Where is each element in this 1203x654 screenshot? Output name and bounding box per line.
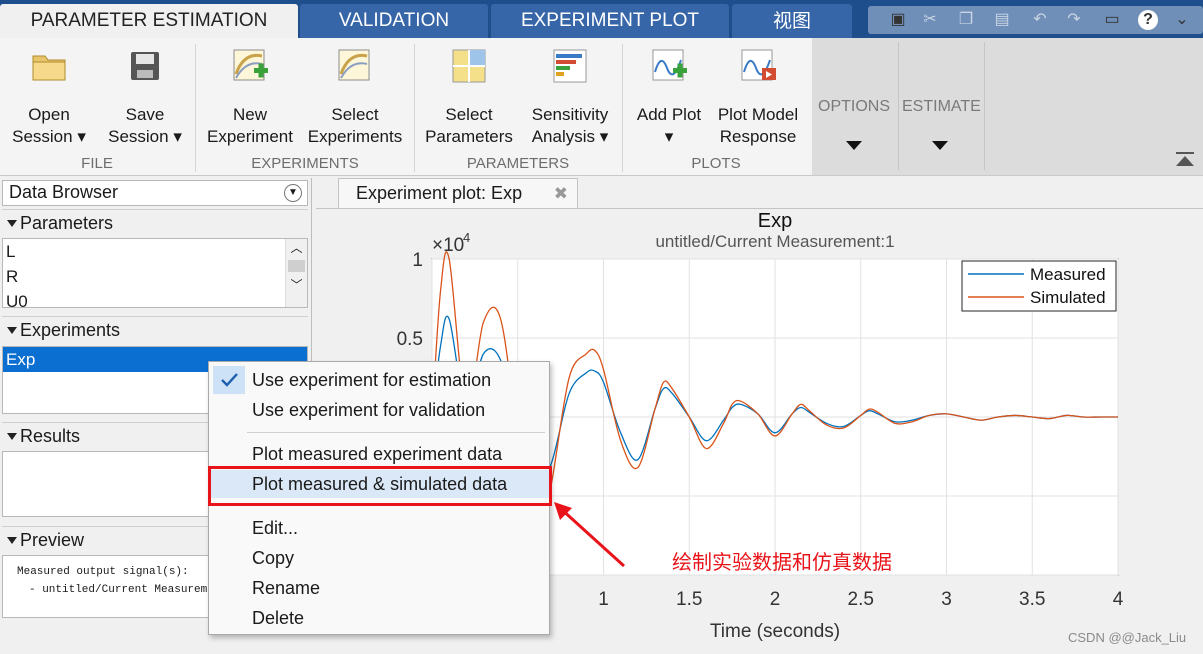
save-icon[interactable]: ▣ <box>886 8 910 32</box>
toolstrip-tabs: PARAMETER ESTIMATION VALIDATION EXPERIME… <box>0 0 1203 38</box>
menu-item-delete[interactable]: Delete <box>209 604 549 632</box>
x-tick-label: 4 <box>1113 589 1124 610</box>
group-label-file: FILE <box>81 155 113 172</box>
undo-icon[interactable]: ↶ <box>1028 8 1052 32</box>
collapse-icon <box>7 220 17 227</box>
quick-access-toolbar: ▣ ✂ ❐ ▤ ↶ ↷ ▭ ? ⌄ <box>868 6 1203 34</box>
group-divider <box>984 42 985 170</box>
window-icon[interactable]: ▭ <box>1100 8 1124 32</box>
options-dropdown-icon[interactable] <box>846 141 862 150</box>
menu-item-use-for-validation[interactable]: Use experiment for validation <box>209 396 549 424</box>
save-session-button[interactable]: Save Session ▾ <box>100 46 190 148</box>
collapse-ribbon-icon[interactable] <box>1176 152 1194 168</box>
menu-separator <box>247 432 545 433</box>
ribbon-disabled-area: OPTIONS ESTIMATE <box>812 38 1203 175</box>
highlight-box <box>208 466 552 506</box>
x-axis-label: Time (seconds) <box>710 621 840 642</box>
select-experiments-icon <box>338 49 370 81</box>
parameters-list: L R U0 ︿ ﹀ <box>2 238 308 308</box>
open-session-button[interactable]: Open Session ▾ <box>6 46 92 148</box>
save-icon <box>131 52 159 80</box>
group-divider <box>898 42 899 170</box>
experiments-panel-header[interactable]: Experiments <box>2 316 308 342</box>
group-divider <box>622 44 623 172</box>
chart-subtitle: untitled/Current Measurement:1 <box>655 232 894 251</box>
annotation-arrow <box>554 502 626 568</box>
group-divider <box>414 44 415 172</box>
x-tick-label: 2 <box>770 589 781 610</box>
tab-experiment-plot[interactable]: EXPERIMENT PLOT <box>491 4 729 38</box>
menu-item-rename[interactable]: Rename <box>209 574 549 602</box>
x-tick-label: 3 <box>941 589 952 610</box>
chevron-down-icon: ▾ <box>664 127 674 146</box>
cut-icon[interactable]: ✂ <box>918 8 942 32</box>
parameters-scrollbar[interactable]: ︿ ﹀ <box>285 239 307 307</box>
y-exponent-power: 4 <box>463 230 470 245</box>
chevron-down-icon: ▾ <box>173 127 182 146</box>
group-divider <box>195 44 196 172</box>
chevron-down-icon: ▾ <box>599 127 609 146</box>
new-experiment-icon <box>233 49 268 81</box>
sensitivity-analysis-button[interactable]: Sensitivity Analysis ▾ <box>524 46 616 148</box>
plot-model-response-icon <box>741 49 776 81</box>
group-label-experiments: EXPERIMENTS <box>251 155 359 172</box>
chevron-down-icon: ▾ <box>77 127 86 146</box>
folder-icon <box>32 55 66 81</box>
y-exponent-label: ×10 <box>432 235 464 256</box>
collapse-icon <box>7 327 17 334</box>
new-experiment-button[interactable]: New Experiment <box>202 46 298 148</box>
document-tab-experiment-plot[interactable]: Experiment plot: Exp ✖ <box>338 178 578 208</box>
redo-icon[interactable]: ↷ <box>1062 8 1086 32</box>
group-label-plots: PLOTS <box>691 155 741 172</box>
browser-menu-icon[interactable]: ▼ <box>284 184 302 202</box>
menu-item-use-for-estimation[interactable]: Use experiment for estimation <box>209 366 549 394</box>
tab-parameter-estimation[interactable]: PARAMETER ESTIMATION <box>0 4 298 38</box>
x-tick-label: 3.5 <box>1019 589 1045 610</box>
annotation-text: 绘制实验数据和仿真数据 <box>672 550 892 574</box>
menu-item-copy[interactable]: Copy <box>209 544 549 572</box>
list-item[interactable]: L <box>3 239 307 264</box>
add-plot-button[interactable]: Add Plot ▾ <box>630 46 708 148</box>
add-plot-icon <box>652 49 687 81</box>
menu-item-plot-measured-data[interactable]: Plot measured experiment data <box>209 440 549 468</box>
scroll-thumb[interactable] <box>288 260 305 272</box>
help-icon[interactable]: ? <box>1138 10 1158 30</box>
close-icon[interactable]: ✖ <box>554 179 568 208</box>
group-label-parameters: PARAMETERS <box>466 155 570 172</box>
menu-item-edit[interactable]: Edit... <box>209 514 549 542</box>
data-browser-title: Data Browser <box>9 182 119 202</box>
list-item[interactable]: U0 <box>3 289 307 307</box>
parameters-panel-header[interactable]: Parameters <box>2 209 308 235</box>
select-experiments-button[interactable]: Select Experiments <box>304 46 406 148</box>
sensitivity-analysis-icon <box>553 49 587 83</box>
options-button[interactable]: OPTIONS <box>818 98 890 116</box>
collapse-icon <box>7 537 17 544</box>
scroll-up-icon[interactable]: ︿ <box>286 239 307 256</box>
data-browser-header: Data Browser ▼ <box>2 180 308 206</box>
tab-validation[interactable]: VALIDATION <box>300 4 488 38</box>
legend-label: Simulated <box>1030 288 1106 307</box>
estimate-button[interactable]: ESTIMATE <box>902 98 981 116</box>
x-tick-label: 1.5 <box>676 589 702 610</box>
list-item[interactable]: R <box>3 264 307 289</box>
x-tick-label: 1 <box>598 589 609 610</box>
x-tick-label: 2.5 <box>848 589 874 610</box>
y-tick-label: 0.5 <box>397 329 423 350</box>
scroll-down-icon[interactable]: ﹀ <box>286 276 307 293</box>
copy-icon[interactable]: ❐ <box>954 8 978 32</box>
select-parameters-icon <box>452 49 486 83</box>
estimate-dropdown-icon[interactable] <box>932 141 948 150</box>
legend-label: Measured <box>1030 265 1106 284</box>
y-tick-label: 1 <box>412 250 423 271</box>
plot-model-response-button[interactable]: Plot Model Response <box>712 46 804 148</box>
expand-icon[interactable]: ⌄ <box>1170 8 1194 32</box>
watermark: CSDN @@Jack_Liu <box>1068 630 1187 645</box>
tab-view[interactable]: 视图 <box>732 4 852 38</box>
select-parameters-button[interactable]: Select Parameters <box>420 46 518 148</box>
collapse-icon <box>7 433 17 440</box>
paste-icon[interactable]: ▤ <box>990 8 1014 32</box>
ribbon: Open Session ▾ Save Session ▾ FILE New E… <box>0 38 1203 176</box>
chart-title: Exp <box>758 210 792 232</box>
